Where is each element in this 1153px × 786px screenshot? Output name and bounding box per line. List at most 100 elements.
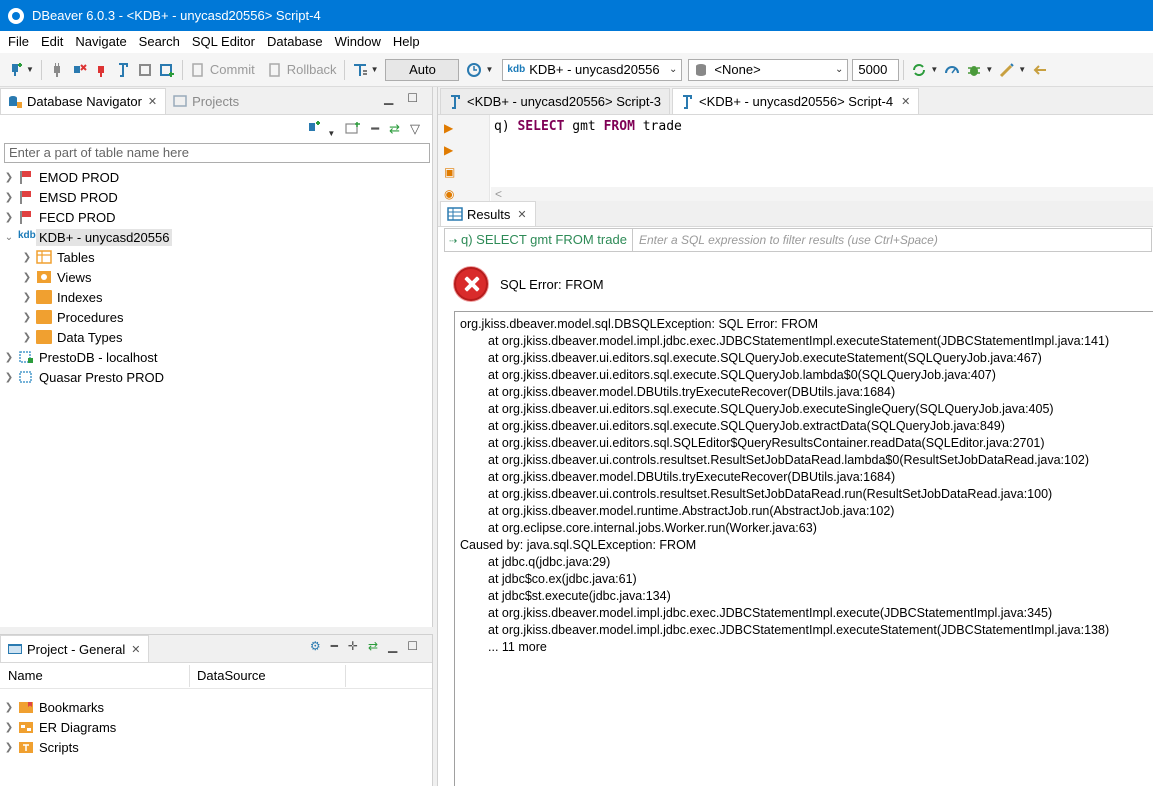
expand-chevron-icon[interactable]: ❯: [0, 192, 18, 203]
menu-sql-editor[interactable]: SQL Editor: [186, 31, 261, 53]
expand-chevron-icon[interactable]: ❯: [18, 252, 36, 263]
collapse-all-icon[interactable]: ━: [331, 639, 338, 653]
tree-item-quasar-presto-prod[interactable]: ❯ Quasar Presto PROD: [0, 367, 432, 387]
expand-chevron-icon[interactable]: ❯: [18, 332, 36, 343]
arrow-back-icon: [1033, 64, 1047, 75]
tools-button[interactable]: ▼: [996, 58, 1029, 82]
tree-item-er-diagrams[interactable]: ❯ ER Diagrams: [0, 717, 432, 737]
menu-search[interactable]: Search: [133, 31, 186, 53]
table-filter-input[interactable]: Enter a part of table name here: [4, 143, 430, 163]
execute-new-tab-icon[interactable]: ▶: [444, 143, 458, 157]
tab-database-navigator[interactable]: Database Navigator ✕: [0, 88, 167, 114]
rollback-button[interactable]: Rollback: [264, 58, 340, 82]
connect-button[interactable]: [46, 58, 68, 82]
result-limit-input[interactable]: 5000: [852, 58, 900, 81]
new-script-button[interactable]: [156, 58, 178, 82]
expand-chevron-icon[interactable]: ❯: [0, 352, 18, 363]
scroll-left-icon[interactable]: <: [495, 187, 502, 201]
expand-chevron-icon[interactable]: ❯: [18, 272, 36, 283]
expand-chevron-icon[interactable]: ❯: [0, 742, 18, 753]
results-filter-bar: ⇢ q) SELECT gmt FROM trade Enter a SQL e…: [444, 228, 1152, 252]
commit-icon: [192, 62, 203, 77]
menu-file[interactable]: File: [2, 31, 35, 53]
expand-all-icon[interactable]: ✛: [348, 639, 358, 653]
tree-item-kdb-connection[interactable]: ⌄ kdb KDB+ - unycasd20556: [0, 227, 432, 247]
minimize-icon[interactable]: ▁: [384, 91, 393, 105]
close-icon[interactable]: ✕: [517, 208, 526, 221]
tree-item-bookmarks[interactable]: ❯ Bookmarks: [0, 697, 432, 717]
expand-chevron-icon[interactable]: ❯: [18, 312, 36, 323]
link-editor-icon[interactable]: ⇄: [389, 121, 400, 137]
expand-chevron-icon[interactable]: ❯: [0, 372, 18, 383]
expand-chevron-icon[interactable]: ❯: [0, 172, 18, 183]
maximize-icon[interactable]: ☐: [407, 91, 418, 105]
recent-script-button[interactable]: [134, 58, 156, 82]
tab-project-general[interactable]: Project - General ✕: [0, 635, 150, 662]
datasource-selector[interactable]: kdb KDB+ - unycasd20556 ⌄: [502, 58, 683, 81]
close-icon[interactable]: ✕: [131, 643, 140, 656]
menu-navigate[interactable]: Navigate: [69, 31, 132, 53]
menu-database[interactable]: Database: [261, 31, 329, 53]
tab-script-3[interactable]: <KDB+ - unycasd20556> Script-3: [440, 88, 671, 114]
debug-button[interactable]: ▼: [963, 58, 996, 82]
dashboard-button[interactable]: [941, 58, 963, 82]
close-icon[interactable]: ✕: [148, 95, 157, 108]
close-icon[interactable]: ✕: [901, 95, 910, 108]
expand-chevron-icon[interactable]: ❯: [0, 212, 18, 223]
horizontal-scrollbar[interactable]: <: [491, 187, 1153, 201]
tree-item-indexes[interactable]: ❯ Indexes: [0, 287, 432, 307]
results-filter-input[interactable]: Enter a SQL expression to filter results…: [633, 233, 938, 247]
back-button[interactable]: [1029, 58, 1051, 82]
column-header-datasource[interactable]: DataSource: [190, 664, 346, 687]
explain-plan-icon[interactable]: ◉: [444, 187, 458, 201]
stack-trace-line: at org.jkiss.dbeaver.ui.editors.sql.exec…: [488, 351, 1042, 365]
tree-item-data-types[interactable]: ❯ Data Types: [0, 327, 432, 347]
sql-editor-button[interactable]: [112, 58, 134, 82]
tab-projects[interactable]: Projects: [166, 88, 247, 114]
commit-button[interactable]: Commit: [187, 58, 258, 82]
menu-help[interactable]: Help: [387, 31, 426, 53]
tree-item-procedures[interactable]: ❯ Procedures: [0, 307, 432, 327]
tree-item-emod-prod[interactable]: ❯ EMOD PROD: [0, 167, 432, 187]
tab-script-4[interactable]: <KDB+ - unycasd20556> Script-4 ✕: [672, 88, 920, 114]
gear-icon[interactable]: ⚙: [310, 639, 321, 653]
sql-code-line[interactable]: q) SELECT gmt FROM trade: [494, 119, 682, 134]
tab-results[interactable]: Results ✕: [440, 201, 536, 226]
results-panel: Results ✕ ⇢ q) SELECT gmt FROM trade Ent…: [437, 201, 1153, 786]
new-connection-icon[interactable]: ▼: [305, 120, 335, 139]
stack-trace-box[interactable]: org.jkiss.dbeaver.model.sql.DBSQLExcepti…: [454, 311, 1153, 786]
refresh-button[interactable]: ▼: [908, 58, 941, 82]
disconnect-button[interactable]: [68, 58, 90, 82]
menu-window[interactable]: Window: [329, 31, 387, 53]
tree-item-label: Tables: [57, 249, 95, 265]
menu-edit[interactable]: Edit: [35, 31, 69, 53]
link-editor-icon[interactable]: ⇄: [368, 639, 378, 653]
chevron-down-icon: ⌄: [669, 63, 678, 75]
auto-commit-toggle[interactable]: Auto: [385, 58, 460, 81]
collapse-chevron-icon[interactable]: ⌄: [0, 232, 18, 243]
maximize-icon[interactable]: ☐: [407, 639, 418, 653]
new-connection-button[interactable]: ▼: [4, 58, 37, 82]
invalidate-button[interactable]: [90, 58, 112, 82]
history-button[interactable]: ▼: [463, 58, 496, 82]
execute-script-icon[interactable]: ▣: [444, 165, 458, 179]
tree-item-fecd-prod[interactable]: ❯ FECD PROD: [0, 207, 432, 227]
collapse-all-icon[interactable]: ━: [371, 121, 379, 137]
tree-item-label: Indexes: [57, 289, 103, 305]
view-menu-icon[interactable]: ▽: [410, 121, 420, 137]
execute-statement-icon[interactable]: ▶: [444, 121, 458, 135]
column-header-name[interactable]: Name: [0, 664, 190, 687]
schema-selector[interactable]: <None> ⌄: [688, 58, 849, 81]
query-text[interactable]: ⇢ q) SELECT gmt FROM trade: [445, 229, 633, 251]
tree-item-prestodb-localhost[interactable]: ❯ PrestoDB - localhost: [0, 347, 432, 367]
expand-chevron-icon[interactable]: ❯: [18, 292, 36, 303]
new-folder-icon[interactable]: [345, 120, 361, 139]
transaction-mode-button[interactable]: ▼: [349, 58, 382, 82]
tree-item-emsd-prod[interactable]: ❯ EMSD PROD: [0, 187, 432, 207]
tree-item-views[interactable]: ❯ Views: [0, 267, 432, 287]
tree-item-scripts[interactable]: ❯ Scripts: [0, 737, 432, 757]
tree-item-tables[interactable]: ❯ Tables: [0, 247, 432, 267]
expand-chevron-icon[interactable]: ❯: [0, 722, 18, 733]
expand-chevron-icon[interactable]: ❯: [0, 702, 18, 713]
minimize-icon[interactable]: ▁: [388, 639, 397, 653]
